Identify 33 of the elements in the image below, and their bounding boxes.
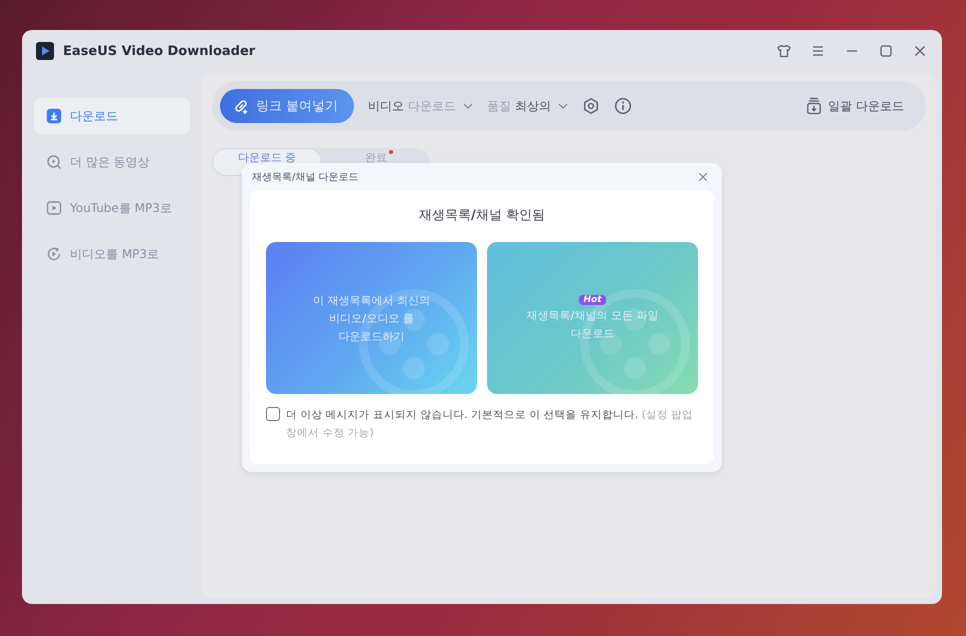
window-title: EaseUS Video Downloader: [63, 44, 256, 58]
hot-badge: Hot: [579, 295, 606, 305]
download-icon: [46, 108, 62, 124]
play-icon: [46, 200, 62, 216]
batch-download-icon: [806, 97, 822, 115]
quality-dropdown[interactable]: 품질 최상의: [487, 98, 568, 114]
option-text: 이 재생목록에서 최신의: [313, 292, 430, 308]
checkbox-label: 더 이상 메시지가 표시되지 않습니다. 기본적으로 이 선택을 유지합니다. (설정 팝업 창에서 수정 가능): [286, 408, 694, 441]
search-play-icon: [46, 154, 62, 170]
maximize-icon[interactable]: [878, 43, 894, 59]
option-text: 재생목록/채널의 모든 파일: [526, 308, 659, 323]
batch-download-button[interactable]: 일괄 다운로드: [800, 96, 910, 116]
paste-link-button[interactable]: 링크 붙여넣기: [220, 89, 354, 123]
download-option-card[interactable]: 이 재생목록에서 최신의 비디오/오디오 를 다운로드하기: [266, 242, 477, 394]
shirt-icon[interactable]: [776, 43, 792, 59]
checkbox[interactable]: [266, 407, 280, 421]
sidebar-item[interactable]: YouTube를 MP3로: [34, 190, 190, 226]
chevron-down-icon: [463, 103, 474, 109]
download-option-card[interactable]: Hot 재생목록/채널의 모든 파일 다운로드: [487, 242, 698, 394]
close-icon[interactable]: [698, 172, 708, 182]
info-icon[interactable]: [614, 97, 632, 115]
sidebar-item[interactable]: 더 많은 동영상: [34, 144, 190, 180]
chevron-down-icon: [558, 103, 568, 109]
sidebar-item[interactable]: 다운로드: [34, 98, 190, 134]
sidebar-item[interactable]: 비디오를 MP3로: [34, 236, 190, 272]
option-text: 다운로드: [570, 326, 614, 341]
option-text: 비디오/오디오 를: [329, 310, 414, 326]
app-logo-icon: [36, 42, 54, 60]
settings-icon[interactable]: [582, 97, 600, 115]
dialog-heading: 재생목록/채널 확인됨: [418, 207, 546, 224]
mode-dropdown[interactable]: 비디오 다운로드: [368, 98, 474, 114]
convert-icon: [46, 246, 62, 262]
option-text: 다운로드하기: [338, 328, 404, 344]
